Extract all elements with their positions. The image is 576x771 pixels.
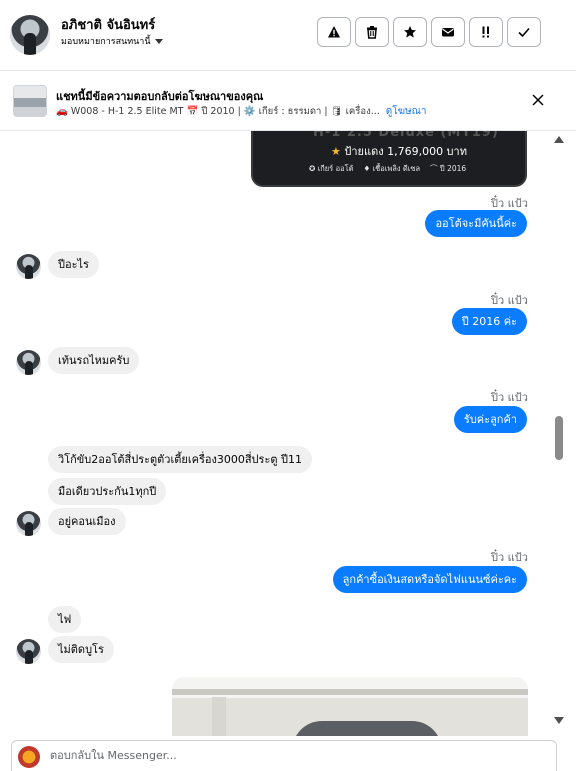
- page-avatar: [18, 746, 40, 768]
- car-card-price: ป้ายแดง 1,769,000 บาท: [344, 145, 467, 158]
- message-bubble-outgoing[interactable]: ออโต้จะมีคันนี้ค่ะ: [425, 210, 527, 237]
- car-listing-image[interactable]: H-1 2.5 Deluxe (MY19) ★ ป้ายแดง 1,769,00…: [251, 131, 527, 187]
- contact-avatar[interactable]: [10, 15, 50, 55]
- contact-avatar-small[interactable]: [16, 350, 41, 375]
- car-card-specs: ✪ เกียร์ ออโต้ ♦ เชื้อเพลิง ดีเซล ⌒ ปี 2…: [309, 163, 466, 175]
- contact-name[interactable]: อภิชาติ จันอินทร์: [61, 14, 155, 35]
- ad-details: 🚗 W008 - H-1 2.5 Elite MT 📅 ปี 2010 | ⚙️…: [56, 106, 380, 117]
- scroll-up-arrow-icon[interactable]: [554, 136, 564, 143]
- message-bubble-incoming[interactable]: มือเดียวประกัน1ทุกปี: [48, 478, 167, 505]
- photo-content: [172, 689, 528, 695]
- ad-context-bar: แชทนี้มีข้อความตอบกลับต่อโฆษณาของคุณ 🚗 W…: [0, 70, 576, 131]
- photo-content: [212, 697, 226, 736]
- contact-avatar-small[interactable]: [16, 511, 41, 536]
- sender-label: ปิ๋ว แป้ว: [491, 551, 528, 564]
- message-list: H-1 2.5 Deluxe (MY19) ★ ป้ายแดง 1,769,00…: [0, 131, 556, 736]
- contact-avatar-small[interactable]: [16, 254, 41, 279]
- assign-conversation-dropdown[interactable]: มอบหมายการสนทนานี้: [61, 34, 163, 48]
- assign-label: มอบหมายการสนทนานี้: [61, 37, 151, 47]
- message-bubble-incoming[interactable]: ปีอะไร: [48, 251, 99, 278]
- scrollbar-thumb[interactable]: [555, 416, 563, 460]
- car-card-partial-title: H-1 2.5 Deluxe (MY19): [313, 131, 499, 140]
- mark-done-button[interactable]: [507, 17, 541, 47]
- report-spam-button[interactable]: [317, 17, 351, 47]
- exclamation-icon: [482, 26, 489, 38]
- ad-context-title: แชทนี้มีข้อความตอบกลับต่อโฆษณาของคุณ: [56, 90, 264, 103]
- sender-label: ปิ๋ว แป้ว: [491, 391, 528, 404]
- message-bubble-incoming[interactable]: วิโก้ขับ2ออโต้สี่ประตูตัวเตี้ยเครื่อง300…: [48, 446, 312, 473]
- scroll-down-arrow-icon[interactable]: [554, 717, 564, 724]
- star-icon: [404, 26, 416, 38]
- envelope-icon: [442, 28, 454, 37]
- message-bubble-incoming[interactable]: ไฟ: [48, 606, 82, 633]
- message-bubble-outgoing[interactable]: รับค่ะลูกค้า: [453, 406, 527, 433]
- composer: [0, 736, 576, 771]
- check-icon: [518, 27, 530, 38]
- photo-content: [292, 721, 442, 736]
- conversation-header: อภิชาติ จันอินทร์ มอบหมายการสนทนานี้: [0, 0, 576, 70]
- reply-input[interactable]: [50, 749, 530, 762]
- spec-fuel: ♦ เชื้อเพลิง ดีเซล: [363, 164, 421, 173]
- view-ad-link[interactable]: ดูโฆษณา: [386, 104, 427, 119]
- sender-label: ปิ๋ว แป้ว: [491, 294, 528, 307]
- contact-avatar-small[interactable]: [16, 639, 41, 664]
- car-card-price-row: ★ ป้ายแดง 1,769,000 บาท: [331, 142, 467, 160]
- warning-icon: [328, 26, 340, 38]
- delete-button[interactable]: [355, 17, 389, 47]
- caret-down-icon: [154, 38, 163, 44]
- close-icon[interactable]: [530, 92, 546, 108]
- photo-attachment[interactable]: [172, 677, 528, 736]
- star-button[interactable]: [393, 17, 427, 47]
- message-bubble-incoming[interactable]: เท้นรถไหมครับ: [48, 347, 140, 374]
- message-bubble-incoming[interactable]: ไม่ติดบูโร: [48, 636, 114, 663]
- spec-gear: ✪ เกียร์ ออโต้: [309, 164, 354, 173]
- mark-unread-button[interactable]: [431, 17, 465, 47]
- message-bubble-outgoing[interactable]: ลูกค้าซื้อเงินสดหรือจัดไฟแนนซ์ค่ะคะ: [332, 566, 527, 593]
- ad-thumbnail[interactable]: [13, 85, 47, 117]
- spec-year: ⌒ ปี 2016: [430, 164, 467, 173]
- star-icon: ★: [331, 145, 341, 158]
- message-bubble-outgoing[interactable]: ปี 2016 ค่ะ: [451, 308, 527, 335]
- trash-icon: [367, 26, 377, 39]
- message-bubble-incoming[interactable]: อยู่คอนเมือง: [48, 508, 126, 535]
- follow-up-button[interactable]: [469, 17, 503, 47]
